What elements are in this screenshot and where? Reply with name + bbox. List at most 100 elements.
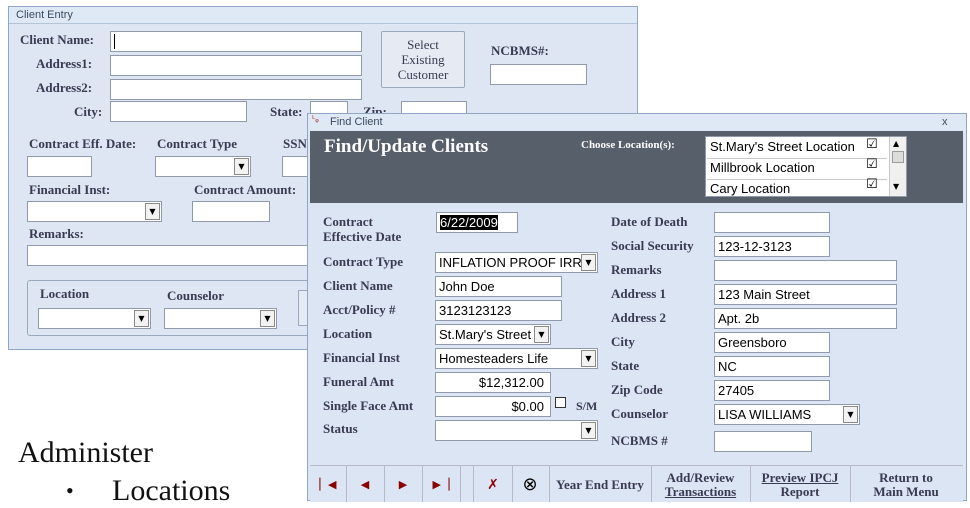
location-checkbox[interactable]: ☑: [866, 157, 878, 172]
address1-field[interactable]: 123 Main Street: [714, 284, 897, 305]
location-list-row[interactable]: Cary Location: [707, 180, 887, 196]
counselor-select[interactable]: ▼: [164, 308, 277, 329]
close-icon[interactable]: x: [942, 116, 948, 128]
record-toolbar: ▏◀ ◀ ▶ ▶▕ ✗ ⊗ Year End Entry Add/Review …: [310, 465, 963, 502]
report-label: Report: [780, 483, 820, 499]
chevron-down-icon[interactable]: ▼: [843, 406, 858, 423]
remarks-field[interactable]: [714, 260, 897, 281]
date-of-death-label: Date of Death: [611, 214, 688, 229]
find-record-button[interactable]: ⊗: [511, 466, 550, 502]
contract-type-select[interactable]: INFLATION PROOF IRRE ▼: [435, 252, 598, 273]
add-review-label: Add/Review: [666, 469, 735, 485]
location-select[interactable]: St.Mary's Street ▼: [435, 324, 551, 345]
return-to-main-menu-button[interactable]: Return to Main Menu: [850, 466, 962, 502]
location-name: Millbrook Location: [710, 160, 815, 175]
city-field[interactable]: Greensboro: [714, 332, 830, 353]
scroll-down-icon[interactable]: ▼: [893, 182, 899, 191]
choose-location-label: Choose Location(s):: [581, 139, 675, 151]
client-name-field[interactable]: [110, 31, 362, 52]
state-value: NC: [718, 359, 737, 374]
contract-effective-date-field[interactable]: 6/22/2009: [436, 212, 518, 233]
find-client-titlebar: [308, 114, 966, 130]
acct-policy-value: 3123123123: [439, 303, 512, 318]
city-field[interactable]: [110, 101, 247, 122]
delete-record-button[interactable]: ✗: [473, 466, 513, 502]
remarks-field[interactable]: [27, 245, 322, 266]
client-name-value: John Doe: [439, 279, 495, 294]
location-list-row[interactable]: St.Mary's Street Location: [707, 138, 887, 159]
address1-field[interactable]: [110, 55, 362, 76]
ncbms-label: NCBMS #: [611, 433, 668, 448]
remarks-label: Remarks: [611, 262, 662, 277]
chevron-down-icon[interactable]: ▼: [145, 203, 160, 220]
financial-inst-label: Financial Inst: [323, 350, 400, 365]
single-face-amt-label: Single Face Amt: [323, 398, 414, 413]
financial-inst-select[interactable]: Homesteaders Life ▼: [435, 348, 598, 369]
location-checkbox[interactable]: ☑: [866, 177, 878, 192]
contract-type-value: INFLATION PROOF IRRE: [439, 255, 591, 270]
financial-inst-value: Homesteaders Life: [439, 351, 549, 366]
contract-effective-date-value: 6/22/2009: [440, 215, 498, 230]
chevron-down-icon[interactable]: ▼: [581, 350, 596, 367]
counselor-select[interactable]: LISA WILLIAMS ▼: [714, 404, 860, 425]
next-record-icon: ▶: [398, 478, 408, 491]
year-end-entry-button[interactable]: Year End Entry: [549, 466, 652, 502]
location-label: Location: [323, 326, 373, 341]
contract-type-select[interactable]: ▼: [155, 156, 251, 177]
contract-eff-date-field[interactable]: [27, 156, 92, 177]
state-field[interactable]: NC: [714, 356, 830, 377]
transactions-label: Transactions: [664, 483, 737, 499]
state-label: State:: [270, 104, 303, 119]
address2-field[interactable]: Apt. 2b: [714, 308, 897, 329]
zip-code-field[interactable]: 27405: [714, 380, 830, 401]
chevron-down-icon[interactable]: ▼: [581, 254, 596, 271]
chevron-down-icon[interactable]: ▼: [581, 422, 596, 439]
client-name-label: Client Name:: [20, 32, 95, 47]
contract-amount-field[interactable]: [192, 201, 270, 222]
counselor-label: Counselor: [167, 288, 225, 303]
preview-ipcj-report-button[interactable]: Preview IPCJ Report: [750, 466, 851, 502]
next-record-button[interactable]: ▶: [384, 466, 423, 502]
binoculars-icon: ⊗: [522, 474, 538, 495]
address2-label: Address 2: [611, 310, 667, 325]
funeral-amt-field[interactable]: $12,312.00: [435, 372, 551, 393]
date-of-death-field[interactable]: [714, 212, 830, 233]
sm-checkbox[interactable]: [555, 397, 566, 408]
add-review-transactions-button[interactable]: Add/Review Transactions: [651, 466, 751, 502]
social-security-field[interactable]: 123-12-3123: [714, 236, 830, 257]
financial-inst-select[interactable]: ▼: [27, 201, 162, 222]
funeral-amt-label: Funeral Amt: [323, 374, 395, 389]
location-list-scrollbar[interactable]: ▲ ▼: [889, 137, 906, 196]
client-name-field[interactable]: John Doe: [435, 276, 562, 297]
location-list-row[interactable]: Millbrook Location: [707, 159, 887, 180]
acct-policy-field[interactable]: 3123123123: [435, 300, 562, 321]
counselor-value: LISA WILLIAMS: [718, 407, 812, 422]
social-security-value: 123-12-3123: [718, 239, 792, 254]
state-label: State: [611, 358, 640, 373]
scroll-thumb[interactable]: [892, 151, 904, 163]
status-select[interactable]: ▼: [435, 420, 598, 441]
chevron-down-icon[interactable]: ▼: [534, 326, 549, 343]
contract-eff-date-label: Contract Eff. Date:: [29, 136, 137, 151]
find-client-title: Find Client: [330, 116, 383, 128]
location-checkbox[interactable]: ☑: [866, 137, 878, 152]
previous-record-button[interactable]: ◀: [346, 466, 385, 502]
first-record-button[interactable]: ▏◀: [310, 466, 347, 502]
ncbms-field[interactable]: [490, 64, 587, 85]
location-select[interactable]: ▼: [38, 308, 151, 329]
counselor-label: Counselor: [611, 406, 669, 421]
acct-policy-label: Acct/Policy #: [323, 302, 396, 317]
slide-bullet-dot: •: [66, 478, 74, 503]
scroll-up-icon[interactable]: ▲: [893, 139, 899, 148]
location-label: Location: [40, 286, 90, 301]
city-value: Greensboro: [718, 335, 787, 350]
last-record-button[interactable]: ▶▕: [422, 466, 461, 502]
ssn-label: SSN: [283, 136, 307, 151]
chevron-down-icon[interactable]: ▼: [260, 310, 275, 327]
address2-field[interactable]: [110, 79, 362, 100]
ncbms-field[interactable]: [714, 431, 812, 452]
select-existing-customer-button[interactable]: Select Existing Customer: [381, 31, 465, 88]
chevron-down-icon[interactable]: ▼: [134, 310, 149, 327]
single-face-amt-field[interactable]: $0.00: [435, 396, 551, 417]
chevron-down-icon[interactable]: ▼: [234, 158, 249, 175]
